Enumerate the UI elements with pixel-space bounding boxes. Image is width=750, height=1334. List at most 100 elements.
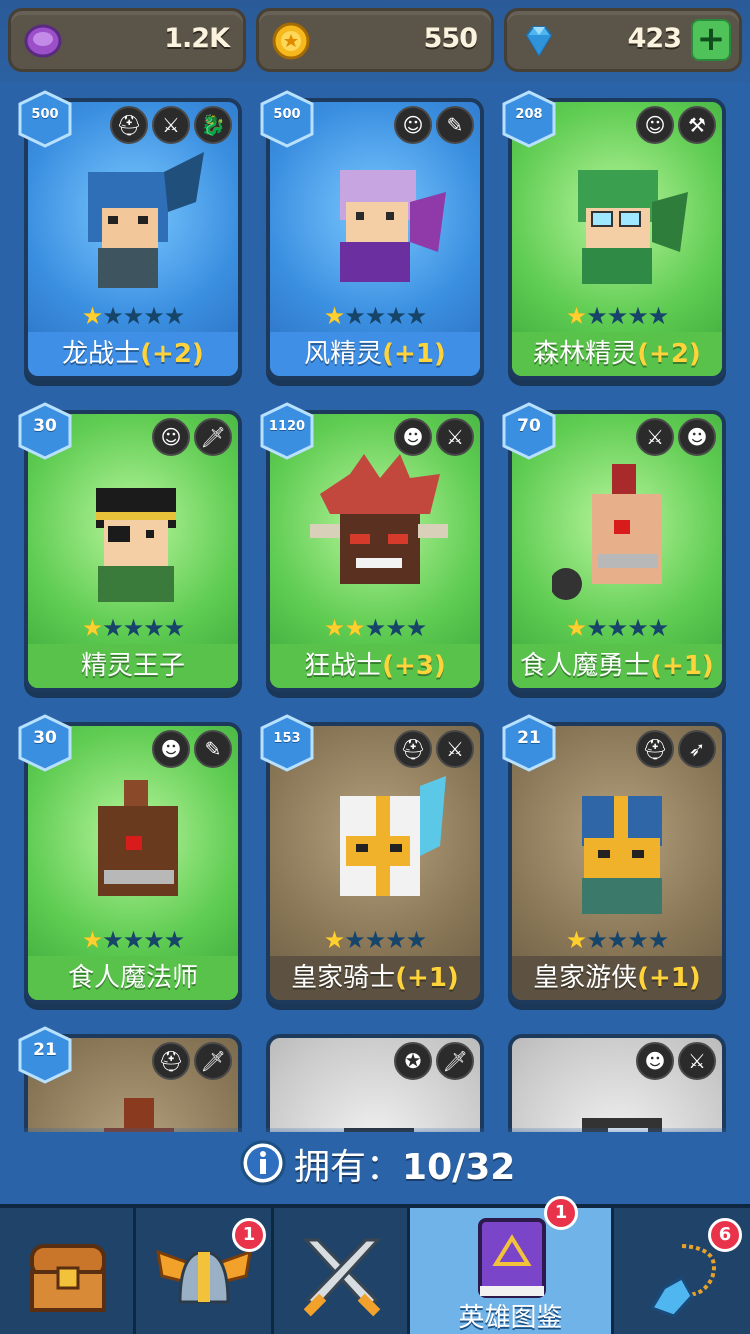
hero-bonus: (+1): [650, 651, 714, 681]
hero-grid: ⛑ ⚔ 🐉 ★★★★★ 龙战士(+2) ☺ ✎ ★★★★★ 风精灵(+1) ☺ …: [0, 82, 750, 1132]
nav-badge: 1: [544, 1196, 578, 1230]
hammer-icon: ⚒: [678, 106, 716, 144]
hero-portrait: [582, 796, 662, 914]
orc-icon: ☻: [678, 418, 716, 456]
level-badge: 208: [502, 90, 556, 148]
level-badge: 70: [502, 402, 556, 460]
dragon-icon: 🐉: [194, 106, 232, 144]
diamond-currency[interactable]: 423 +: [504, 8, 742, 72]
helmet-icon: ⛑: [394, 730, 432, 768]
hero-portrait: [104, 1098, 174, 1132]
hero-class-icons: ⚔ ☻: [636, 418, 716, 456]
star-rating: ★★★★★: [323, 614, 428, 642]
owned-text: 拥有：10/32: [294, 1138, 515, 1190]
hero-name: 龙战士: [62, 339, 141, 369]
purple-currency[interactable]: 1.2K: [8, 8, 246, 72]
hero-name: 食人魔法师: [67, 963, 198, 993]
sword-icon: ⚔: [436, 730, 474, 768]
hero-name: 皇家骑士: [291, 963, 396, 993]
owned-count: 10/32: [402, 1147, 516, 1188]
orc-icon: ☻: [152, 730, 190, 768]
bow-icon: ➶: [678, 730, 716, 768]
nav-equipment[interactable]: 6: [614, 1208, 750, 1334]
bottom-nav: 1 1 英雄图鉴 6: [0, 1196, 750, 1334]
star-rating: ★★★★★: [323, 302, 428, 330]
helmet-icon: ⛑: [110, 106, 148, 144]
dagger-icon: 🗡: [436, 1042, 474, 1080]
nav-badge: 6: [708, 1218, 742, 1252]
star-rating: ★★★★★: [81, 614, 186, 642]
amulet-icon: [649, 1244, 716, 1318]
hero-card-locked[interactable]: ☻ ⚔: [508, 1034, 726, 1132]
orc-icon: ☻: [636, 1042, 674, 1080]
level-badge: 500: [260, 90, 314, 148]
hero-class-icons: ⛑ ⚔ 🐉: [110, 106, 232, 144]
sword-icon: ⚔: [678, 1042, 716, 1080]
sword-icon: ⚔: [636, 418, 674, 456]
hero-class-icons: ✪ 🗡: [394, 1042, 474, 1080]
hero-name-bar: 皇家游侠(+1): [512, 956, 722, 1000]
level-badge: 500: [18, 90, 72, 148]
hero-name: 风精灵: [304, 339, 383, 369]
hero-name-bar: 食人魔法师: [28, 956, 238, 1000]
hero-name-bar: 狂战士(+3): [270, 644, 480, 688]
angel-icon: ✪: [394, 1042, 432, 1080]
gold-currency-value: 550: [423, 23, 478, 54]
staff-icon: ✎: [436, 106, 474, 144]
elf-icon: ☺: [394, 106, 432, 144]
nav-hero-book[interactable]: 1 英雄图鉴: [410, 1196, 614, 1334]
star-rating: ★★★★★: [565, 302, 670, 330]
hero-class-icons: ☺ ⚒: [636, 106, 716, 144]
star-rating: ★★★★★: [81, 926, 186, 954]
elf-icon: ☺: [152, 418, 190, 456]
level-badge: 21: [502, 714, 556, 772]
treasure-chest-icon: [30, 1244, 106, 1312]
nav-treasure[interactable]: [0, 1208, 136, 1334]
sword-icon: ⚔: [436, 418, 474, 456]
level-badge: 21: [18, 1026, 72, 1084]
hero-name-bar: 龙战士(+2): [28, 332, 238, 376]
hero-bonus: (+2): [637, 339, 701, 369]
star-rating: ★★★★★: [565, 926, 670, 954]
hero-portrait: [310, 454, 448, 584]
add-diamond-button[interactable]: +: [691, 19, 731, 61]
star-rating: ★★★★★: [323, 926, 428, 954]
hero-class-icons: ☻ ✎: [152, 730, 232, 768]
hero-name: 森林精灵: [533, 339, 638, 369]
hero-name: 皇家游侠: [533, 963, 638, 993]
star-rating: ★★★★★: [81, 302, 186, 330]
hero-class-icons: ☺ 🗡: [152, 418, 232, 456]
hero-book-icon: [478, 1218, 546, 1298]
purple-gem-icon: [24, 24, 62, 58]
helmet-icon: ⛑: [152, 1042, 190, 1080]
crossed-swords-icon: [302, 1238, 382, 1317]
nav-heroes[interactable]: 1: [136, 1208, 274, 1334]
hero-card-locked[interactable]: ✪ 🗡: [266, 1034, 484, 1132]
level-badge: 30: [18, 714, 72, 772]
hero-class-icons: ☻ ⚔: [636, 1042, 716, 1080]
hero-portrait: [552, 464, 662, 600]
hero-portrait: [340, 170, 446, 282]
dagger-icon: 🗡: [194, 1042, 232, 1080]
purple-currency-value: 1.2K: [164, 23, 230, 54]
owned-label: 拥有：: [294, 1147, 403, 1188]
info-icon[interactable]: [240, 1140, 286, 1186]
hero-portrait: [582, 1118, 662, 1132]
resource-bar: 1.2K 550 423 +: [0, 0, 750, 82]
hero-portrait: [344, 1128, 414, 1132]
gold-currency[interactable]: 550: [256, 8, 494, 72]
elf-icon: ☺: [636, 106, 674, 144]
orc-icon: ☻: [394, 418, 432, 456]
hero-name: 精灵王子: [80, 651, 185, 681]
hero-name-bar: 风精灵(+1): [270, 332, 480, 376]
nav-battle[interactable]: [274, 1208, 410, 1334]
hero-portrait: [96, 488, 176, 602]
hero-class-icons: ⛑ 🗡: [152, 1042, 232, 1080]
hero-name-bar: 森林精灵(+2): [512, 332, 722, 376]
hero-name-bar: 精灵王子: [28, 644, 238, 688]
owned-counter: 拥有：10/32: [0, 1128, 750, 1200]
level-badge: 30: [18, 402, 72, 460]
hero-bonus: (+1): [395, 963, 459, 993]
hero-portrait: [88, 152, 204, 288]
hero-class-icons: ☺ ✎: [394, 106, 474, 144]
